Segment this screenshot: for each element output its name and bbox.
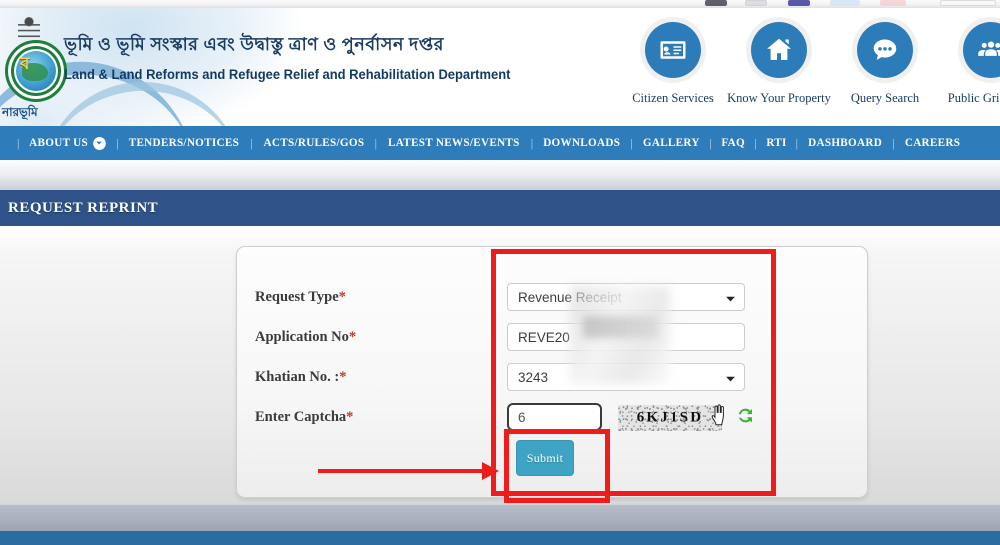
- submit-button[interactable]: Submit: [516, 440, 574, 476]
- main-content: Request Type* Revenue Receipt Applicatio…: [0, 226, 1000, 504]
- required-marker: *: [346, 408, 354, 425]
- page-root: ব নারভূমি ভূমি ও ভূমি সংস্কার এবং উদ্বাস…: [0, 0, 1000, 545]
- nav-item-gallery[interactable]: GALLERY: [643, 137, 700, 149]
- nav-item-acts-rules-gos[interactable]: ACTS/RULES/GOS: [263, 137, 364, 149]
- nav-separator: |: [709, 135, 712, 150]
- nav-item-faq[interactable]: FAQ: [721, 137, 745, 149]
- control-khatian-no: 3243: [507, 363, 745, 391]
- quicklink-query-search[interactable]: Query Search: [832, 22, 938, 106]
- content-top-gradient: [0, 160, 1000, 190]
- quicklink-public-grievance[interactable]: Public Grievance: [938, 22, 1000, 106]
- main-navigation: | ABOUT US | TENDERS/NOTICES | ACTS/RULE…: [0, 126, 1000, 160]
- nav-separator: |: [250, 135, 253, 150]
- label-application-no: Application No*: [255, 329, 507, 346]
- quicklink-label: Query Search: [850, 91, 920, 105]
- control-request-type: Revenue Receipt: [507, 283, 745, 311]
- chat-bubble-icon: [857, 22, 913, 78]
- select-wrapper: 3243: [507, 363, 745, 391]
- nav-item-rti[interactable]: RTI: [766, 137, 786, 149]
- nav-item-tenders-notices[interactable]: TENDERS/NOTICES: [129, 137, 239, 149]
- label-khatian-no: Khatian No. :*: [255, 369, 507, 386]
- application-no-input[interactable]: [507, 323, 745, 351]
- page-title: REQUEST REPRINT: [8, 199, 159, 216]
- control-captcha: 6KJ1SD: [507, 403, 756, 431]
- nav-item-latest-news-events[interactable]: LATEST NEWS/EVENTS: [388, 137, 520, 149]
- captcha-image: 6KJ1SD: [618, 404, 722, 431]
- nav-separator: |: [754, 135, 757, 150]
- footer-gray-strip: [0, 504, 1000, 531]
- khatian-no-select[interactable]: 3243: [507, 363, 745, 391]
- form-row-khatian-no: Khatian No. :* 3243: [255, 359, 855, 395]
- nav-item-careers[interactable]: CAREERS: [904, 137, 959, 149]
- id-card-icon: [645, 22, 701, 78]
- nav-separator: |: [530, 135, 534, 150]
- browser-chrome-chip: [745, 0, 767, 6]
- submit-button-wrapper: Submit: [516, 440, 574, 476]
- site-title-block: ভূমি ও ভূমি সংস্কার এবং উদ্বাস্তু ত্রাণ …: [64, 32, 511, 82]
- site-title-bengali: ভূমি ও ভূমি সংস্কার এবং উদ্বাস্তু ত্রাণ …: [64, 34, 445, 54]
- footer-blue-strip: [0, 531, 1000, 545]
- department-logo: ব নারভূমি: [2, 14, 70, 126]
- browser-chrome-sliver: [0, 0, 1000, 8]
- nav-separator: |: [374, 135, 377, 150]
- nav-item-label: ABOUT US: [29, 137, 89, 149]
- nav-separator: |: [17, 135, 20, 150]
- quicklink-citizen-services[interactable]: Citizen Services: [620, 22, 726, 106]
- nav-separator: |: [795, 135, 798, 150]
- quicklink-know-your-property[interactable]: Know Your Property: [726, 22, 832, 106]
- nav-item-downloads[interactable]: DOWNLOADS: [543, 137, 620, 149]
- label-text: Request Type: [255, 288, 339, 305]
- captcha-input[interactable]: [507, 403, 602, 431]
- form-row-request-type: Request Type* Revenue Receipt: [255, 279, 855, 315]
- browser-chrome-chip: [830, 0, 860, 6]
- nav-separator: |: [630, 135, 633, 150]
- quicklink-label: Citizen Services: [632, 91, 714, 105]
- label-text: Enter Captcha: [255, 408, 347, 425]
- nav-separator: |: [116, 135, 119, 150]
- nav-item-dashboard[interactable]: DASHBOARD: [808, 137, 882, 149]
- label-text: Application No: [255, 328, 349, 345]
- label-enter-captcha: Enter Captcha*: [255, 409, 507, 426]
- nav-item-about-us[interactable]: ABOUT US: [29, 136, 106, 150]
- label-text: Khatian No. :: [255, 368, 340, 385]
- logo-ring: ব: [5, 40, 67, 102]
- select-wrapper: Revenue Receipt: [507, 283, 745, 311]
- header-quicklinks: Citizen Services Know Your Property Quer…: [620, 22, 1000, 124]
- quicklink-label: Public Grievance: [947, 91, 1000, 105]
- browser-chrome-chip: [705, 0, 727, 6]
- control-application-no: [507, 323, 745, 351]
- captcha-text: 6KJ1SD: [636, 409, 704, 426]
- required-marker: *: [338, 288, 346, 305]
- logo-glyph: ব: [20, 54, 30, 73]
- required-marker: *: [348, 328, 357, 345]
- form-row-application-no: Application No*: [255, 319, 855, 355]
- browser-chrome-chip: [940, 0, 996, 6]
- site-title-english: Land & Land Reforms and Refugee Relief a…: [64, 67, 511, 82]
- home-icon: [751, 22, 807, 78]
- required-marker: *: [339, 368, 347, 385]
- chevron-down-icon: [93, 136, 106, 150]
- site-header: ব নারভূমি ভূমি ও ভূমি সংস্কার এবং উদ্বাস…: [0, 8, 1000, 130]
- nav-separator: |: [892, 135, 895, 150]
- refresh-captcha-icon[interactable]: [735, 405, 756, 431]
- page-title-band: REQUEST REPRINT: [0, 190, 1000, 226]
- request-type-select[interactable]: Revenue Receipt: [507, 283, 745, 311]
- label-request-type: Request Type*: [255, 289, 507, 306]
- people-group-icon: [963, 22, 1000, 78]
- form-row-captcha: Enter Captcha* 6KJ1SD: [255, 399, 855, 435]
- browser-chrome-chip: [788, 0, 810, 6]
- logo-footer-text: নারভূমি: [2, 105, 38, 119]
- ashoka-emblem-icon: [18, 16, 40, 42]
- quicklink-label: Know Your Property: [727, 91, 831, 105]
- browser-chrome-chip: [880, 0, 906, 6]
